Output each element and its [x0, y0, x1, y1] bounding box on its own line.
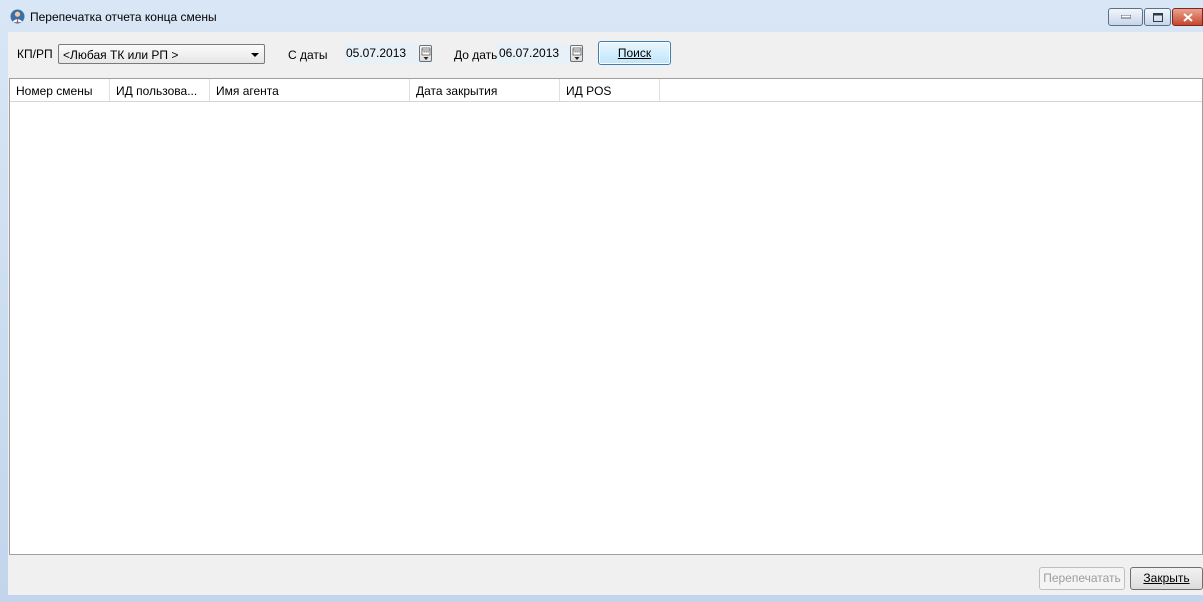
search-button[interactable]: Поиск: [598, 41, 671, 65]
chevron-down-icon: [251, 53, 259, 57]
close-button[interactable]: Закрыть: [1130, 567, 1203, 590]
from-date-picker[interactable]: 05.07.2013: [344, 43, 433, 64]
kp-select-value: <Любая ТК или РП >: [63, 48, 179, 62]
reprint-button[interactable]: Перепечатать: [1039, 567, 1125, 590]
client-area: КП/РП <Любая ТК или РП > С даты 05.07.20…: [8, 32, 1203, 595]
search-button-label: Поиск: [617, 46, 652, 60]
shifts-table[interactable]: Номер смены ИД пользова... Имя агента Да…: [9, 78, 1203, 555]
minimize-icon: [1109, 9, 1142, 25]
column-header-close-date[interactable]: Дата закрытия: [410, 79, 560, 101]
to-date-picker[interactable]: 06.07.2013: [497, 43, 584, 64]
from-date-value: 05.07.2013: [346, 46, 407, 60]
close-icon: [1173, 9, 1202, 25]
calendar-icon[interactable]: [570, 45, 583, 62]
kp-label: КП/РП: [17, 47, 53, 61]
column-header-user-id[interactable]: ИД пользова...: [110, 79, 210, 101]
table-header: Номер смены ИД пользова... Имя агента Да…: [10, 79, 1202, 102]
calendar-icon[interactable]: [419, 45, 432, 62]
maximize-icon: [1145, 9, 1170, 25]
window-title: Перепечатка отчета конца смены: [30, 10, 217, 24]
column-header-pos-id[interactable]: ИД POS: [560, 79, 660, 101]
from-date-label: С даты: [288, 48, 328, 62]
column-header-shift-number[interactable]: Номер смены: [10, 79, 110, 101]
close-window-button[interactable]: [1172, 8, 1203, 26]
close-button-label: Закрыть: [1143, 571, 1190, 585]
minimize-button[interactable]: [1108, 8, 1143, 26]
to-date-value: 06.07.2013: [499, 46, 560, 60]
agent-person-icon: [10, 9, 25, 24]
column-header-agent-name[interactable]: Имя агента: [210, 79, 410, 101]
title-bar: Перепечатка отчета конца смены: [0, 0, 1203, 32]
to-date-label: До даты: [454, 48, 500, 62]
maximize-button[interactable]: [1144, 8, 1171, 26]
kp-select[interactable]: <Любая ТК или РП >: [58, 44, 265, 64]
app-window: Перепечатка отчета конца смены КП/РП <Лю…: [0, 0, 1203, 602]
